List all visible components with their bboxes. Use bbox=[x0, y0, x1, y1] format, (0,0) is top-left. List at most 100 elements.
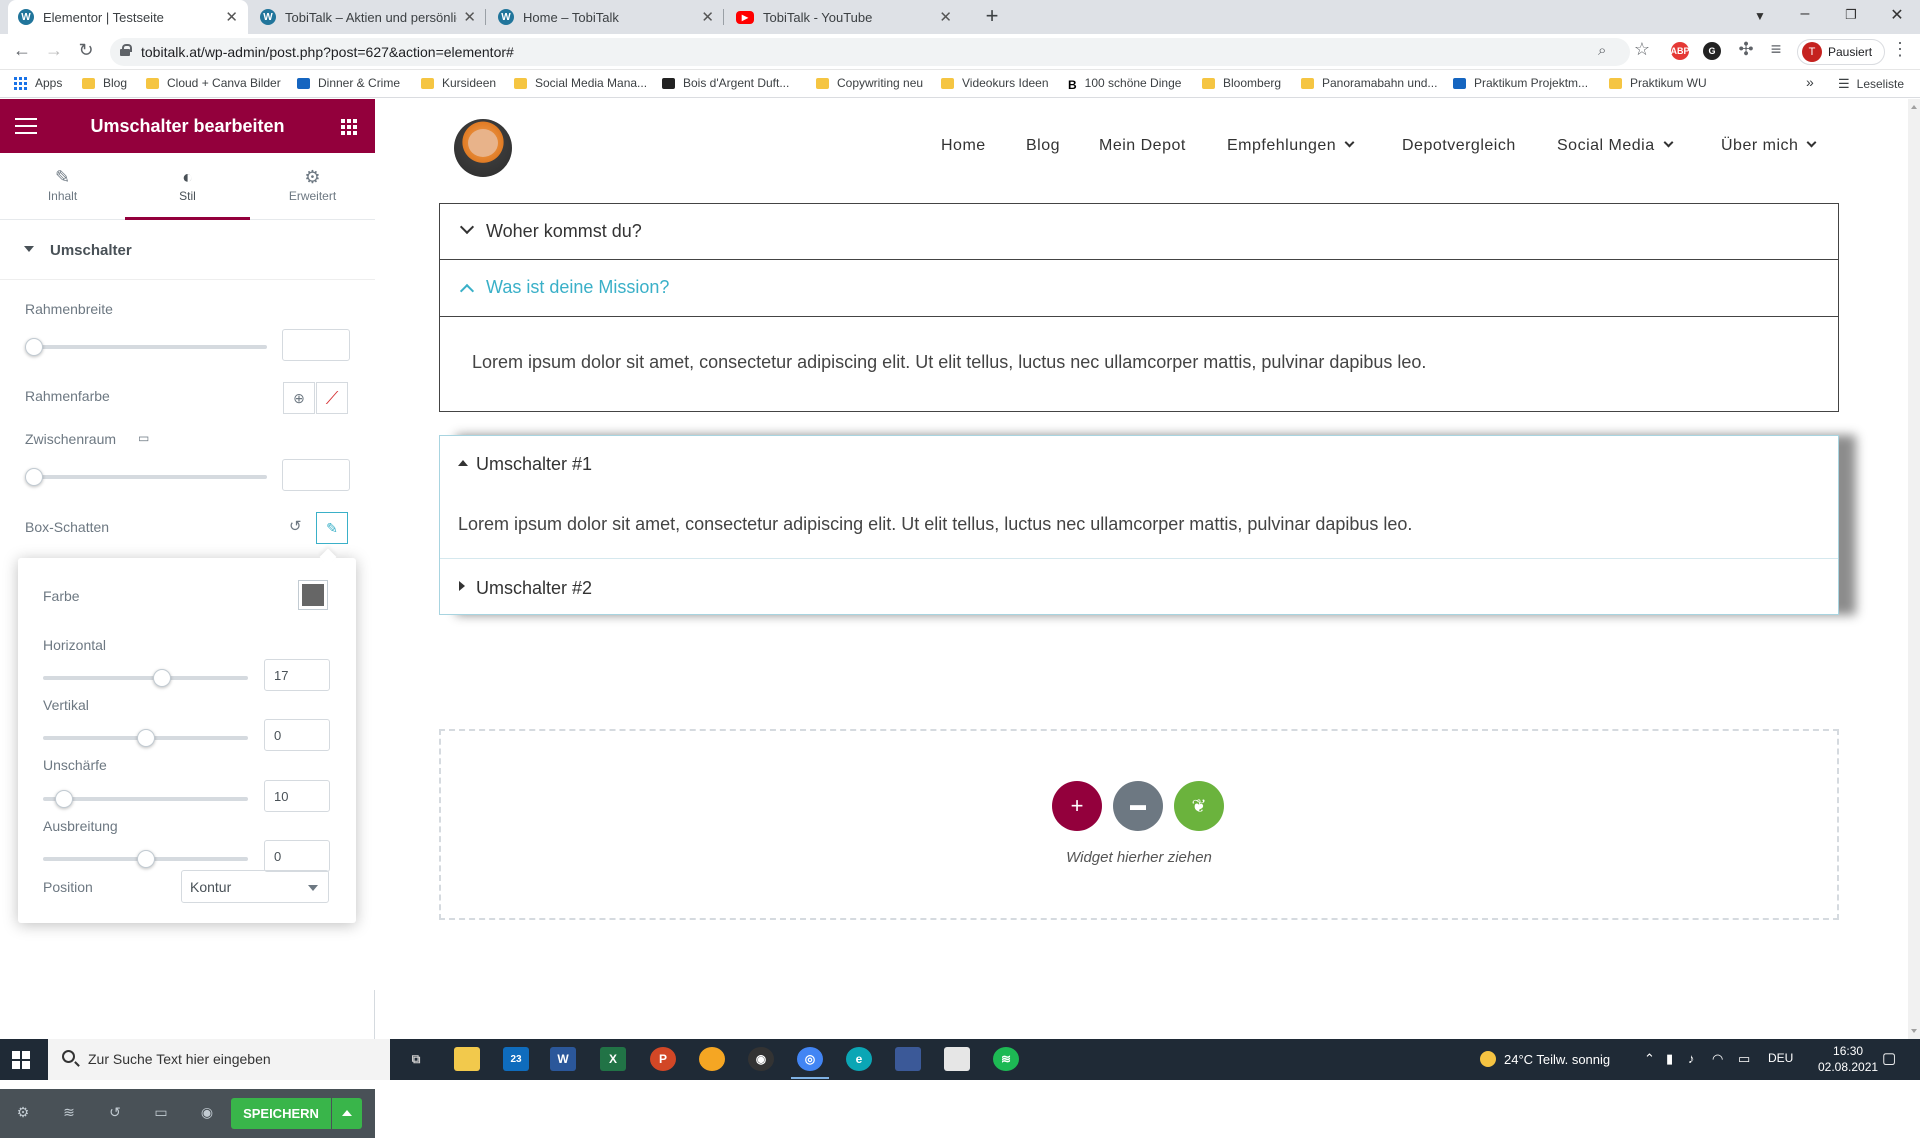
bookmark-item[interactable]: Bloomberg bbox=[1202, 76, 1281, 90]
wifi-icon[interactable]: ◠ bbox=[1712, 1051, 1723, 1067]
blur-slider[interactable] bbox=[43, 790, 248, 808]
reset-icon[interactable]: ↺ bbox=[289, 517, 302, 535]
reading-list[interactable]: ☰ Leseliste bbox=[1838, 76, 1904, 92]
media-queue-icon[interactable]: ≡ bbox=[1764, 39, 1788, 60]
navigator-layers-icon[interactable]: ≋ bbox=[59, 1104, 79, 1124]
template-folder-icon[interactable]: ▬ bbox=[1113, 781, 1163, 831]
windows-start-icon[interactable] bbox=[12, 1051, 30, 1069]
toggle-item-header[interactable]: Umschalter #1 bbox=[440, 436, 1838, 491]
add-section-plus-icon[interactable]: + bbox=[1052, 781, 1102, 831]
task-view-icon[interactable]: ⧉ bbox=[403, 1047, 429, 1071]
tab-advanced[interactable]: ⚙ Erweitert bbox=[250, 153, 375, 220]
spread-slider[interactable] bbox=[43, 850, 248, 868]
volume-icon[interactable]: ♪ bbox=[1688, 1051, 1695, 1066]
extensions-puzzle-icon[interactable]: ✣ bbox=[1734, 39, 1758, 60]
widgets-grid-icon[interactable] bbox=[341, 119, 357, 135]
accordion-item-header[interactable]: Was ist deine Mission? bbox=[440, 260, 1838, 317]
obs-icon[interactable]: ◉ bbox=[748, 1047, 774, 1071]
bookmark-item[interactable]: Praktikum Projektm... bbox=[1453, 76, 1588, 90]
app-icon[interactable] bbox=[699, 1047, 725, 1071]
slider-handle[interactable] bbox=[152, 669, 171, 687]
add-section-dropzone[interactable]: + ▬ ❦ Widget hierher ziehen bbox=[439, 729, 1839, 920]
slider-handle[interactable] bbox=[25, 338, 43, 356]
spread-input[interactable]: 0 bbox=[264, 840, 330, 872]
browser-tab[interactable]: W Elementor | Testseite ✕ bbox=[8, 0, 248, 34]
close-window-icon[interactable]: ✕ bbox=[1882, 5, 1912, 25]
weather-widget[interactable]: 24°C Teilw. sonnig bbox=[1480, 1051, 1610, 1067]
nav-blog[interactable]: Blog bbox=[1026, 137, 1060, 155]
close-tab-icon[interactable]: ✕ bbox=[939, 8, 952, 26]
notepad-icon[interactable] bbox=[944, 1047, 970, 1071]
bookmark-item[interactable]: Social Media Mana... bbox=[514, 76, 647, 90]
spacing-input[interactable] bbox=[282, 459, 350, 491]
bookmark-item[interactable]: Copywriting neu bbox=[816, 76, 923, 90]
keyboard-icon[interactable]: ▭ bbox=[1738, 1051, 1750, 1067]
responsive-mode-icon[interactable]: ▭ bbox=[151, 1104, 171, 1124]
toggle-item-header[interactable]: Umschalter #2 bbox=[440, 559, 1838, 614]
new-tab-button[interactable]: + bbox=[978, 3, 1006, 29]
bookmark-star-icon[interactable]: ☆ bbox=[1630, 39, 1654, 60]
horizontal-slider[interactable] bbox=[43, 669, 248, 687]
restore-icon[interactable]: ❐ bbox=[1836, 7, 1866, 23]
nav-social-media[interactable]: Social Media bbox=[1557, 137, 1674, 155]
back-icon[interactable]: ← bbox=[10, 40, 34, 61]
settings-gear-icon[interactable]: ⚙ bbox=[13, 1104, 33, 1124]
more-bookmarks-icon[interactable]: » bbox=[1806, 74, 1814, 90]
close-tab-icon[interactable]: ✕ bbox=[463, 8, 476, 26]
nav-mein-depot[interactable]: Mein Depot bbox=[1099, 137, 1186, 155]
nav-empfehlungen[interactable]: Empfehlungen bbox=[1227, 137, 1355, 155]
edge-icon[interactable]: e bbox=[846, 1047, 872, 1071]
powerpoint-icon[interactable]: P bbox=[650, 1047, 676, 1071]
adblock-icon[interactable]: ABP bbox=[1671, 42, 1690, 60]
close-tab-icon[interactable]: ✕ bbox=[225, 8, 238, 26]
global-colors-icon[interactable]: ⊕ bbox=[283, 382, 315, 414]
nav-depotvergleich[interactable]: Depotvergleich bbox=[1402, 137, 1516, 155]
site-logo[interactable] bbox=[454, 119, 512, 177]
nav-ueber-mich[interactable]: Über mich bbox=[1721, 137, 1817, 155]
browser-tab[interactable]: W Home – TobiTalk ✕ bbox=[488, 0, 724, 34]
minimize-icon[interactable]: – bbox=[1790, 5, 1820, 23]
position-select[interactable]: Kontur bbox=[181, 870, 329, 903]
section-header[interactable]: Umschalter bbox=[0, 220, 375, 280]
bookmark-item[interactable]: Praktikum WU bbox=[1609, 76, 1707, 90]
bookmark-apps[interactable]: Apps bbox=[14, 76, 62, 90]
tab-search-icon[interactable]: ▼ bbox=[1745, 9, 1775, 23]
chrome-icon[interactable]: ◎ bbox=[791, 1047, 829, 1079]
slider-handle[interactable] bbox=[136, 729, 155, 747]
blur-input[interactable]: 10 bbox=[264, 780, 330, 812]
taskbar-search-input[interactable]: Zur Suche Text hier eingeben bbox=[48, 1039, 390, 1080]
profile-button[interactable]: T Pausiert bbox=[1797, 39, 1886, 65]
zoom-icon[interactable]: ⌕ bbox=[1598, 42, 1606, 59]
scroll-up-icon[interactable] bbox=[1911, 105, 1917, 109]
desktop-icon[interactable]: ▭ bbox=[138, 431, 149, 445]
slider-handle[interactable] bbox=[54, 790, 73, 808]
slider-handle[interactable] bbox=[136, 850, 155, 868]
vertical-slider[interactable] bbox=[43, 729, 248, 747]
bookmark-item[interactable]: Dinner & Crime bbox=[297, 76, 400, 90]
app-icon[interactable] bbox=[895, 1047, 921, 1071]
border-width-slider[interactable] bbox=[25, 338, 267, 356]
bookmark-item[interactable]: Blog bbox=[82, 76, 127, 90]
battery-icon[interactable]: ▮ bbox=[1666, 1051, 1673, 1067]
accordion-item-header[interactable]: Woher kommst du? bbox=[440, 204, 1838, 260]
toggle-widget[interactable]: Umschalter #1 Lorem ipsum dolor sit amet… bbox=[439, 435, 1839, 615]
bookmark-item[interactable]: Videokurs Ideen bbox=[941, 76, 1049, 90]
empty-color-picker[interactable]: ⟋ bbox=[316, 382, 348, 414]
close-tab-icon[interactable]: ✕ bbox=[701, 8, 714, 26]
history-icon[interactable]: ↺ bbox=[105, 1104, 125, 1124]
preview-eye-icon[interactable]: ◉ bbox=[197, 1104, 217, 1124]
bookmark-item[interactable]: Bois d'Argent Duft... bbox=[662, 76, 789, 90]
word-icon[interactable]: W bbox=[550, 1047, 576, 1071]
save-button[interactable]: SPEICHERN bbox=[231, 1098, 331, 1129]
notification-icon[interactable]: ▢ bbox=[1882, 1049, 1896, 1067]
browser-tab[interactable]: W TobiTalk – Aktien und persönliche ✕ bbox=[250, 0, 486, 34]
shadow-color-swatch[interactable] bbox=[298, 580, 328, 610]
spacing-slider[interactable] bbox=[25, 468, 267, 486]
address-bar[interactable]: tobitalk.at/wp-admin/post.php?post=627&a… bbox=[110, 38, 1630, 66]
bookmark-item[interactable]: Cloud + Canva Bilder bbox=[146, 76, 281, 90]
edit-pencil-icon[interactable]: ✎ bbox=[316, 512, 348, 544]
tab-style[interactable]: ◐ Stil bbox=[125, 153, 250, 220]
envato-leaf-icon[interactable]: ❦ bbox=[1174, 781, 1224, 831]
nav-home[interactable]: Home bbox=[941, 137, 986, 155]
save-options-button[interactable] bbox=[332, 1098, 362, 1129]
